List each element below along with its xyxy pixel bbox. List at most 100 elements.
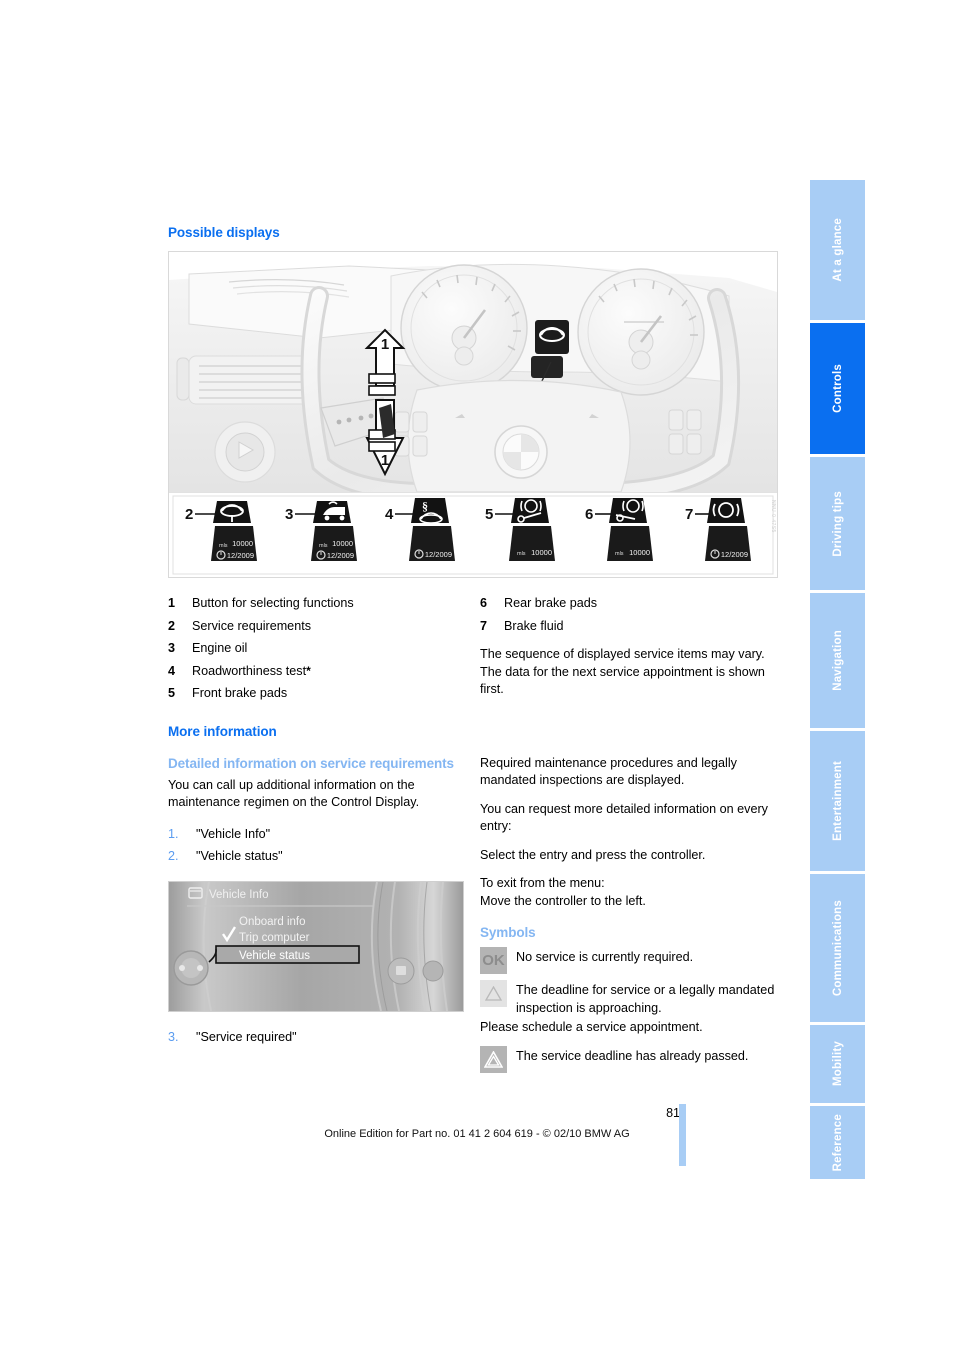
triangle-double-outline-icon bbox=[484, 1050, 503, 1068]
list-item: 3 Engine oil bbox=[168, 637, 480, 660]
warning-triangle-light-icon bbox=[480, 980, 507, 1007]
step-label: "Vehicle Info" bbox=[196, 826, 271, 841]
sidebar-item-label: Mobility bbox=[831, 1041, 844, 1087]
right-paragraph-2: Select the entry and press the controlle… bbox=[480, 847, 706, 862]
control-display-screenshot: Vehicle Info Onboard info Trip computer … bbox=[168, 880, 464, 1012]
legend-column-right: 6 Rear brake pads 7 Brake fluid The sequ… bbox=[480, 592, 778, 710]
svg-text:10000: 10000 bbox=[531, 548, 552, 557]
page-title: Possible displays bbox=[168, 225, 280, 240]
right-paragraph-1: You can request more detailed informatio… bbox=[480, 801, 768, 834]
legend-number: 1 bbox=[168, 596, 176, 610]
legend-list-right: 6 Rear brake pads 7 Brake fluid bbox=[480, 592, 778, 637]
page-number: 81 bbox=[666, 1106, 680, 1120]
sidebar-item-communications[interactable]: Communications bbox=[810, 874, 865, 1022]
chapter-tab-rail: At a glance Controls Driving tips Navigatio… bbox=[810, 180, 865, 1179]
symbol-entry-ok: OK No service is currently required. bbox=[480, 947, 778, 974]
svg-text:7: 7 bbox=[685, 506, 693, 523]
symbol-entry-overdue: The service deadline has already passed. bbox=[480, 1045, 778, 1073]
symbol-extra-note: Please schedule a service appointment. bbox=[480, 1020, 703, 1034]
sidebar-item-navigation[interactable]: Navigation bbox=[810, 593, 865, 728]
sidebar-item-label: At a glance bbox=[831, 218, 844, 282]
legend-number: 2 bbox=[168, 618, 176, 633]
detailed-info-intro: You can call up additional information o… bbox=[168, 777, 420, 810]
legend-number: 7 bbox=[480, 618, 488, 633]
list-item: 2 Service requirements bbox=[168, 615, 480, 638]
legend-label: Button for selecting functions bbox=[192, 596, 354, 610]
steps-list-bottom: 3. "Service required" bbox=[168, 1026, 480, 1048]
sidebar-item-reference[interactable]: Reference bbox=[810, 1106, 865, 1179]
svg-text:4: 4 bbox=[385, 506, 394, 523]
legend-label: Rear brake pads bbox=[504, 596, 598, 610]
list-item: 6 Rear brake pads bbox=[480, 592, 778, 615]
list-item: 4 Roadworthiness test* bbox=[168, 660, 480, 683]
svg-text:mls: mls bbox=[615, 551, 624, 557]
footer-copyright: Online Edition for Part no. 01 41 2 604 … bbox=[324, 1128, 630, 1140]
legend-label: Service requirements bbox=[192, 618, 311, 633]
legend-note: The sequence of displayed service items … bbox=[480, 647, 765, 696]
symbols-heading: Symbols bbox=[480, 925, 536, 940]
sidebar-item-driving-tips[interactable]: Driving tips bbox=[810, 457, 865, 590]
svg-text:12/2009: 12/2009 bbox=[227, 551, 254, 560]
svg-text:mls: mls bbox=[319, 543, 328, 549]
step-number: 2. bbox=[168, 848, 179, 863]
control-display-title: Vehicle Info bbox=[209, 889, 268, 901]
right-paragraph-0: Required maintenance procedures and lega… bbox=[480, 755, 737, 788]
sidebar-item-controls[interactable]: Controls bbox=[810, 323, 865, 454]
warning-triangle-dark-icon bbox=[480, 1045, 507, 1073]
legend-number: 6 bbox=[480, 596, 488, 610]
svg-text:12/2009: 12/2009 bbox=[721, 550, 748, 559]
cockpit-illustration-figure: 1 1 2 mls 10000 12/2009 3 mls 10000 12/2… bbox=[168, 251, 778, 578]
step-label: "Service required" bbox=[196, 1029, 297, 1044]
sidebar-item-label: Entertainment bbox=[831, 761, 844, 841]
svg-text:10000: 10000 bbox=[332, 539, 353, 548]
legend-label: Front brake pads bbox=[192, 686, 288, 700]
svg-text:12/2009: 12/2009 bbox=[425, 550, 452, 559]
legend-label: Roadworthiness test* bbox=[192, 663, 311, 678]
control-display-item-0: Onboard info bbox=[239, 916, 306, 928]
list-item: 5 Front brake pads bbox=[168, 682, 480, 705]
list-item: 2. "Vehicle status" bbox=[168, 845, 480, 867]
list-item: 1 Button for selecting functions bbox=[168, 592, 480, 615]
symbol-text: No service is currently required. bbox=[516, 950, 694, 964]
sidebar-item-mobility[interactable]: Mobility bbox=[810, 1025, 865, 1103]
svg-text:10000: 10000 bbox=[629, 548, 650, 557]
legend-column-left: 1 Button for selecting functions 2 Servi… bbox=[168, 592, 480, 710]
step-number: 1. bbox=[168, 826, 179, 841]
legend-number: 3 bbox=[168, 641, 176, 655]
lower-column-right: Required maintenance procedures and lega… bbox=[480, 755, 778, 1075]
list-item: 3. "Service required" bbox=[168, 1026, 480, 1048]
sidebar-item-label: Controls bbox=[831, 364, 844, 413]
sidebar-item-entertainment[interactable]: Entertainment bbox=[810, 731, 865, 871]
step-label: "Vehicle status" bbox=[196, 848, 283, 863]
sidebar-item-label: Driving tips bbox=[831, 490, 844, 557]
svg-text:6: 6 bbox=[585, 506, 593, 523]
page-content: Possible displays 1 1 2 mls 10000 12/200… bbox=[168, 225, 788, 1075]
sidebar-item-at-a-glance[interactable]: At a glance bbox=[810, 180, 865, 320]
legend-columns: 1 Button for selecting functions 2 Servi… bbox=[168, 592, 788, 710]
cockpit-illustration: 1 1 bbox=[169, 252, 777, 492]
detailed-info-subheading: Detailed information on service requirem… bbox=[168, 755, 454, 771]
control-display-item-1: Trip computer bbox=[239, 932, 310, 944]
lower-columns: Detailed information on service requirem… bbox=[168, 755, 788, 1075]
sidebar-item-label: Reference bbox=[831, 1113, 844, 1172]
footnote-asterisk: * bbox=[306, 663, 311, 678]
triangle-outline-icon bbox=[485, 986, 502, 1001]
svg-text:mls: mls bbox=[517, 551, 526, 557]
svg-text:1: 1 bbox=[381, 336, 389, 353]
svg-text:2: 2 bbox=[185, 506, 193, 523]
symbol-text: The deadline for service or a legally ma… bbox=[516, 983, 775, 1015]
legend-number: 5 bbox=[168, 686, 176, 700]
more-information-heading: More information bbox=[168, 723, 277, 739]
ok-badge-icon: OK bbox=[480, 947, 507, 974]
sidebar-item-label: Communications bbox=[831, 899, 844, 997]
lower-column-left: Detailed information on service requirem… bbox=[168, 755, 480, 1075]
step-number: 3. bbox=[168, 1029, 179, 1044]
svg-text:10000: 10000 bbox=[232, 539, 253, 548]
symbol-entry-warning: The deadline for service or a legally ma… bbox=[480, 980, 778, 1037]
steps-list-top: 1. "Vehicle Info" 2. "Vehicle status" bbox=[168, 823, 480, 867]
svg-text:5: 5 bbox=[485, 506, 493, 523]
right-paragraph-3: To exit from the menu: Move the controll… bbox=[480, 876, 646, 908]
svg-text:mls: mls bbox=[219, 543, 228, 549]
sidebar-item-label: Navigation bbox=[831, 630, 844, 691]
legend-number: 4 bbox=[168, 663, 176, 678]
